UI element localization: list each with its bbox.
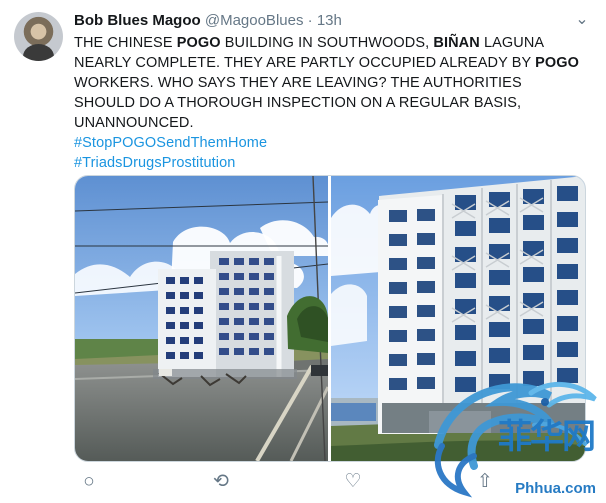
avatar[interactable] [14,12,63,61]
building-photo-right[interactable] [331,176,585,461]
building-photo-left[interactable] [75,176,328,461]
tweet-line-2: NEARLY COMPLETE. THEY ARE PARTLY OCCUPIE… [74,53,584,73]
tweet-media[interactable] [74,175,586,462]
retweet-icon[interactable]: ⟲ [206,470,236,495]
tweet-line-5: UNANNOUNCED. [74,115,194,131]
tweet-line-4: SHOULD DO A THOROUGH INSPECTION ON A REG… [74,95,522,111]
text-fragment: THE CHINESE [74,35,177,51]
tweet-text: THE CHINESE POGO BUILDING IN SOUTHWOODS,… [74,33,584,173]
hashtag-stop-pogo[interactable]: #StopPOGOSendThemHome [74,133,584,153]
share-icon[interactable]: ⇧ [470,470,500,495]
tweet-line-3: WORKERS. WHO SAYS THEY ARE LEAVING? THE … [74,75,522,91]
reply-icon[interactable]: ○ [74,470,104,495]
binan-keyword: BIÑAN [433,35,480,51]
user-name[interactable]: Bob Blues Magoo [74,12,201,29]
text-fragment: NEARLY COMPLETE. THEY ARE PARTLY OCCUPIE… [74,55,536,71]
building-photo-left-image [75,176,328,461]
tweet-line-1: THE CHINESE POGO BUILDING IN SOUTHWOODS,… [74,33,584,53]
pogo-keyword: POGO [176,35,221,51]
hashtag-triads[interactable]: #TriadsDrugsProstitution [74,153,584,173]
tweet-card[interactable]: Bob Blues Magoo @MagooBlues · 13h ⌄ THE … [0,0,606,503]
like-icon[interactable]: ♡ [338,470,368,495]
separator: · [307,12,313,29]
tweet-actions: ○ ⟲ ♡ ⇧ [74,470,584,495]
text-fragment: BUILDING IN SOUTHWOODS, [220,35,434,51]
timestamp[interactable]: 13h [317,12,342,29]
text-fragment: LAGUNA [479,35,545,51]
tweet-header: Bob Blues Magoo @MagooBlues · 13h [74,11,574,31]
pogo-keyword: POGO [535,55,580,71]
chevron-down-icon[interactable]: ⌄ [572,11,592,31]
user-handle[interactable]: @MagooBlues [205,12,304,29]
building-photo-right-image [331,176,585,461]
